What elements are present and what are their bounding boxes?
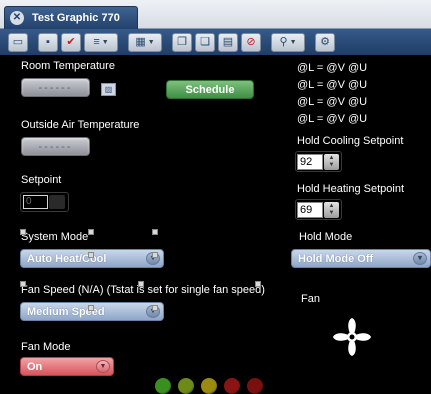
fan-label: Fan bbox=[301, 293, 320, 305]
setpoint-input[interactable]: 0 bbox=[20, 192, 69, 212]
room-temperature-label: Room Temperature bbox=[21, 60, 115, 72]
hold-cooling-value[interactable]: 92 bbox=[297, 154, 323, 170]
hold-mode-value: Hold Mode Off bbox=[298, 252, 374, 265]
status-led-4 bbox=[224, 378, 240, 394]
fan-mode-value: On bbox=[27, 360, 43, 373]
system-mode-label: System Mode bbox=[21, 231, 89, 243]
title-bar: ✕ Test Graphic 770 bbox=[0, 0, 431, 29]
resize-handle[interactable] bbox=[138, 281, 144, 287]
resize-handle[interactable] bbox=[88, 252, 94, 258]
outside-air-field: ------ bbox=[21, 137, 90, 156]
paste-special-icon[interactable]: ▤ bbox=[218, 32, 238, 52]
fan-icon bbox=[333, 318, 371, 356]
hold-heating-spinner[interactable]: 69 ▲ ▼ bbox=[295, 199, 342, 220]
room-temperature-field: ------ bbox=[21, 78, 90, 97]
system-mode-value: Auto Heat/Cool bbox=[27, 252, 107, 265]
hold-heating-label: Hold Heating Setpoint bbox=[297, 183, 405, 195]
chevron-down-icon[interactable]: ▼ bbox=[96, 360, 110, 373]
variable-line-1: @L = @V @U bbox=[297, 62, 368, 74]
setpoint-stepper[interactable] bbox=[49, 195, 65, 209]
schedule-button[interactable]: Schedule bbox=[166, 80, 254, 99]
resize-handle[interactable] bbox=[20, 229, 26, 235]
resize-handle[interactable] bbox=[152, 229, 158, 235]
window-tab[interactable]: ✕ Test Graphic 770 bbox=[4, 6, 138, 29]
resize-handle[interactable] bbox=[255, 281, 261, 287]
setpoint-value[interactable]: 0 bbox=[23, 195, 48, 209]
chevron-down-icon[interactable]: ▼ bbox=[413, 252, 427, 265]
monitor-icon[interactable]: ▭ bbox=[8, 32, 28, 52]
hold-mode-dropdown[interactable]: Hold Mode Off ▼ bbox=[291, 249, 431, 268]
toolbar: ▭ ▪ ✔ ≡ ▼ ▦ ▼ ❐ ❏ ▤ ⊘ ⚲ ▼ ⚙ bbox=[0, 29, 431, 55]
resize-handle[interactable] bbox=[88, 229, 94, 235]
save-icon[interactable]: ▪ bbox=[38, 32, 58, 52]
close-icon[interactable]: ✕ bbox=[10, 11, 24, 25]
copy-icon[interactable]: ❐ bbox=[172, 32, 192, 52]
fan-mode-label: Fan Mode bbox=[21, 341, 71, 353]
variable-line-3: @L = @V @U bbox=[297, 96, 368, 108]
status-led-2 bbox=[178, 378, 194, 394]
hold-cooling-label: Hold Cooling Setpoint bbox=[297, 135, 404, 147]
variable-line-2: @L = @V @U bbox=[297, 79, 368, 91]
resize-handle[interactable] bbox=[20, 281, 26, 287]
checkmark-icon[interactable]: ✔ bbox=[61, 32, 81, 52]
delete-icon[interactable]: ⊘ bbox=[241, 32, 261, 52]
fan-mode-dropdown[interactable]: On ▼ bbox=[20, 357, 114, 376]
hold-heating-value[interactable]: 69 bbox=[297, 202, 323, 218]
setpoint-label: Setpoint bbox=[21, 174, 62, 186]
chart-icon[interactable]: ▨ bbox=[101, 83, 116, 96]
stepper-icon[interactable]: ▲ ▼ bbox=[324, 202, 339, 218]
zoom-icon[interactable]: ⚲ ▼ bbox=[271, 32, 305, 52]
settings-icon[interactable]: ⚙ bbox=[315, 32, 335, 52]
paste-icon[interactable]: ❏ bbox=[195, 32, 215, 52]
hold-mode-label: Hold Mode bbox=[299, 231, 353, 243]
variable-line-4: @L = @V @U bbox=[297, 113, 368, 125]
list-icon[interactable]: ≡ ▼ bbox=[84, 32, 118, 52]
status-led-5 bbox=[247, 378, 263, 394]
status-led-1 bbox=[155, 378, 171, 394]
hold-cooling-spinner[interactable]: 92 ▲ ▼ bbox=[295, 151, 342, 172]
stepper-icon[interactable]: ▲ ▼ bbox=[324, 154, 339, 170]
resize-handle[interactable] bbox=[152, 252, 158, 258]
window-title: Test Graphic 770 bbox=[32, 12, 120, 24]
resize-handle[interactable] bbox=[152, 305, 158, 311]
status-led-3 bbox=[201, 378, 217, 394]
resize-handle[interactable] bbox=[88, 305, 94, 311]
grid-icon[interactable]: ▦ ▼ bbox=[128, 32, 162, 52]
outside-air-label: Outside Air Temperature bbox=[21, 119, 140, 131]
